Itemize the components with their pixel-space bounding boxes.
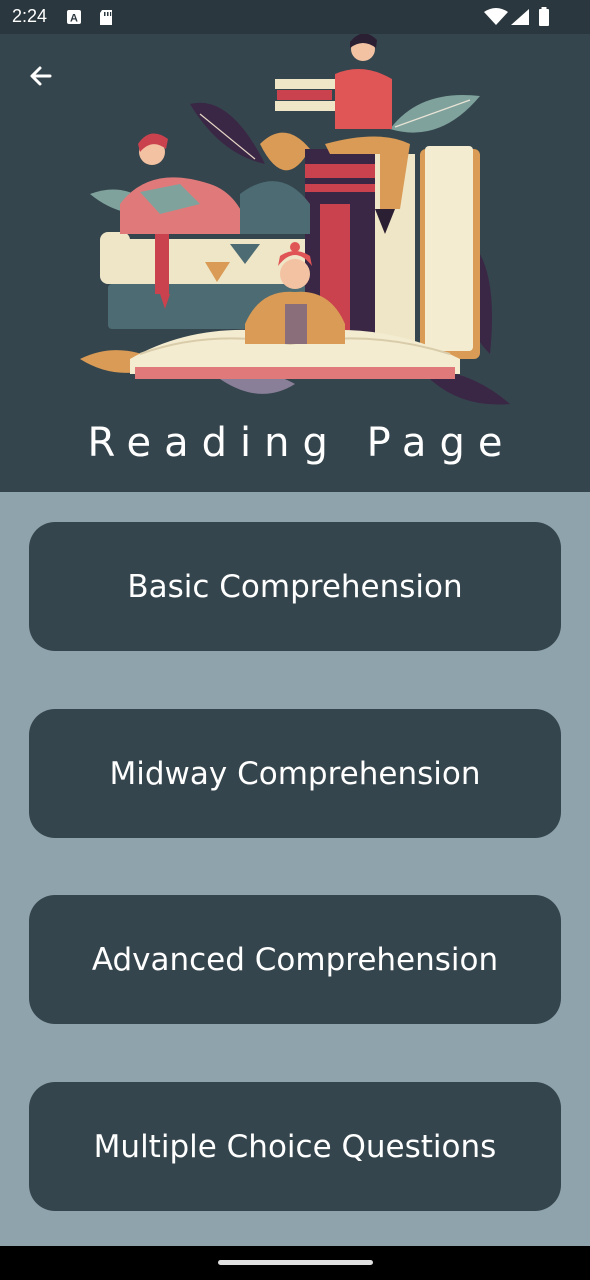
status-time: 2:24 [12,6,48,26]
navigation-bar [0,1246,590,1280]
home-gesture-handle[interactable] [218,1260,373,1265]
advanced-comprehension-button[interactable]: Advanced Comprehension [29,895,561,1024]
signal-icon [510,8,530,30]
svg-text:A: A [70,13,78,25]
page-title: Reading Page [87,420,516,466]
reading-people-books-illustration [80,34,510,405]
midway-comprehension-button[interactable]: Midway Comprehension [29,709,561,838]
status-bar: 2:24 A [0,0,590,34]
header: Reading Page [0,34,590,492]
a-notification-icon: A [66,9,82,29]
basic-comprehension-button[interactable]: Basic Comprehension [29,522,561,651]
arrow-back-icon [30,66,52,86]
battery-icon [538,7,550,31]
sd-card-icon [98,9,114,30]
back-button[interactable] [22,58,58,94]
multiple-choice-questions-button[interactable]: Multiple Choice Questions [29,1082,561,1211]
wifi-icon [484,8,508,30]
